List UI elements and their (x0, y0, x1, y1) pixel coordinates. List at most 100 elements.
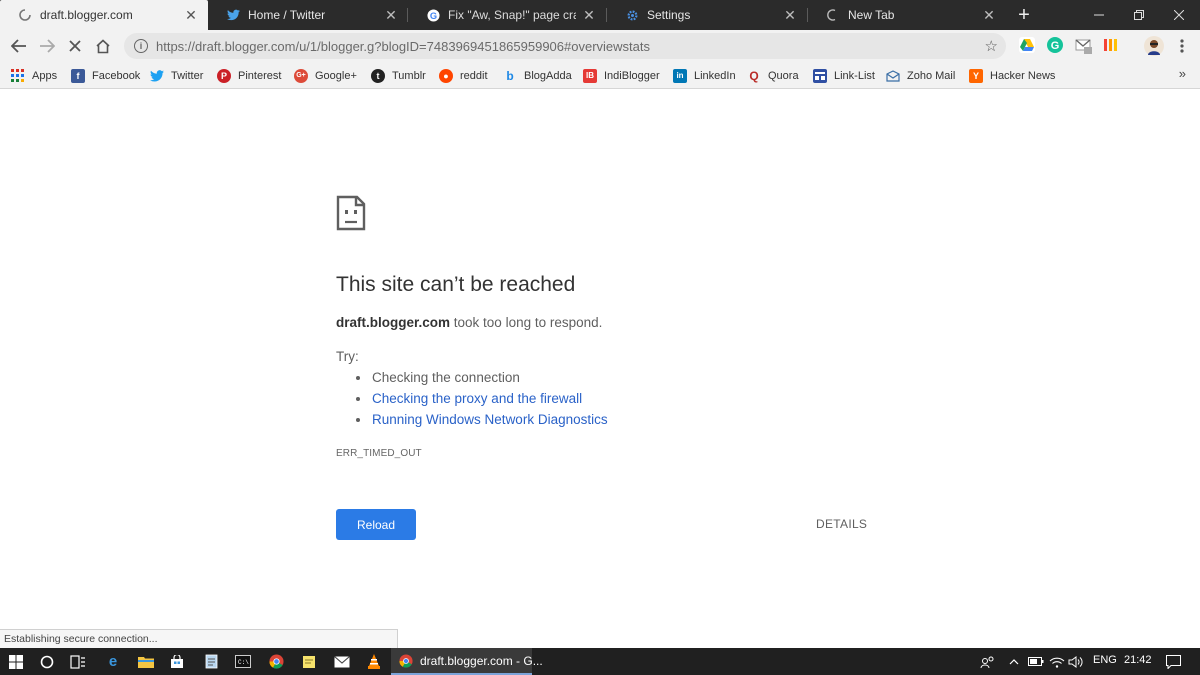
bullet (356, 396, 360, 401)
windows-taskbar: e C:\ draft.blogger.com - G... ENG 21:42 (0, 648, 1200, 675)
url-text: https://draft.blogger.com/u/1/blogger.g?… (156, 38, 650, 54)
loading-spinner-icon (826, 8, 840, 22)
more-bookmarks-chevron-icon[interactable]: » (1179, 66, 1186, 81)
bookmark-google-plus[interactable]: G+ Google+ (294, 67, 357, 84)
show-hidden-icons-chevron-icon[interactable] (1004, 652, 1024, 671)
store-icon[interactable] (167, 652, 187, 671)
tab-new-tab[interactable]: New Tab ✕ (808, 0, 1006, 30)
reddit-icon: ● (439, 68, 453, 83)
suggestion-text: Checking the connection (372, 370, 520, 385)
blogadda-icon: b (506, 68, 514, 83)
details-button[interactable]: DETAILS (816, 517, 867, 531)
new-tab-button[interactable]: + (1014, 3, 1034, 27)
vlc-player-icon[interactable] (364, 652, 384, 671)
bookmark-label: BlogAdda (524, 69, 572, 82)
chrome-icon[interactable] (266, 652, 286, 671)
bookmark-reddit[interactable]: ● reddit (439, 67, 488, 84)
tab-draft-blogger[interactable]: draft.blogger.com ✕ (0, 0, 208, 30)
close-tab-icon[interactable]: ✕ (184, 7, 198, 24)
bookmark-apps[interactable]: Apps (11, 67, 57, 84)
bookmark-link-list[interactable]: Link-List (813, 67, 875, 84)
sticky-notes-icon[interactable] (299, 652, 319, 671)
restore-button[interactable] (1117, 0, 1161, 30)
language-indicator[interactable]: ENG (1093, 654, 1117, 666)
menu-kebab-icon[interactable] (1170, 34, 1194, 58)
bookmark-tumblr[interactable]: t Tumblr (371, 67, 426, 84)
bookmark-pinterest[interactable]: P Pinterest (217, 67, 281, 84)
wifi-icon[interactable] (1047, 652, 1067, 671)
volume-icon[interactable] (1066, 652, 1086, 671)
edge-browser-icon[interactable]: e (103, 652, 123, 671)
tab-twitter[interactable]: Home / Twitter ✕ (208, 0, 408, 30)
close-tab-icon[interactable]: ✕ (384, 7, 398, 24)
hacker-news-icon: Y (969, 68, 983, 83)
bookmark-twitter[interactable]: Twitter (150, 67, 203, 84)
tab-title: Settings (647, 8, 691, 22)
close-tab-icon[interactable]: ✕ (783, 7, 797, 24)
bookmark-label: Twitter (171, 69, 204, 82)
bookmark-linkedin[interactable]: in LinkedIn (673, 67, 736, 84)
svg-text:G: G (429, 10, 436, 20)
taskbar-chrome-window[interactable]: draft.blogger.com - G... (391, 648, 543, 675)
clock-time[interactable]: 21:42 (1124, 654, 1152, 666)
notepad-icon[interactable] (201, 652, 221, 671)
page-content: This site can’t be reached draft.blogger… (0, 90, 1200, 648)
bookmark-label: LinkedIn (694, 69, 736, 82)
bookmark-quora[interactable]: Q Quora (747, 67, 799, 84)
suggestion-text[interactable]: Running Windows Network Diagnostics (372, 412, 608, 427)
bookmark-hacker-news[interactable]: Y Hacker News (969, 67, 1055, 84)
back-button[interactable] (7, 34, 31, 58)
bookmark-label: Quora (768, 69, 799, 82)
tab-strip: draft.blogger.com ✕ Home / Twitter ✕ G F… (0, 0, 1200, 30)
indiblogger-icon: IB (583, 68, 597, 83)
close-tab-icon[interactable]: ✕ (982, 7, 996, 24)
pinterest-icon: P (217, 68, 231, 83)
tab-settings[interactable]: Settings ✕ (607, 0, 807, 30)
extension-grammarly-icon[interactable]: G (1047, 37, 1063, 53)
bullet (356, 375, 360, 380)
bookmark-blogadda[interactable]: b BlogAdda (503, 67, 572, 84)
suggestion-check-connection: Checking the connection (356, 370, 520, 385)
action-center-icon[interactable] (1163, 652, 1183, 671)
people-icon[interactable] (978, 652, 998, 671)
battery-icon[interactable] (1026, 652, 1046, 671)
zoho-mail-icon (886, 69, 900, 83)
site-info-icon[interactable]: i (134, 39, 148, 53)
linkedin-icon: in (673, 68, 687, 83)
extension-drive-icon[interactable] (1019, 37, 1035, 53)
extension-bookmark-manager-icon[interactable] (1103, 37, 1119, 53)
close-window-button[interactable] (1157, 0, 1200, 30)
svg-text:G: G (1051, 40, 1060, 52)
bookmark-indiblogger[interactable]: IB IndiBlogger (583, 67, 660, 84)
forward-button[interactable] (35, 34, 59, 58)
windows-start-icon[interactable] (6, 652, 26, 671)
error-host: draft.blogger.com (336, 315, 451, 330)
mail-icon[interactable] (332, 652, 352, 671)
tab-aw-snap-fix[interactable]: G Fix "Aw, Snap!" page crashes a ✕ (408, 0, 606, 30)
bookmark-label: Tumblr (392, 69, 426, 82)
error-description: draft.blogger.com took too long to respo… (336, 315, 602, 330)
suggestion-text[interactable]: Checking the proxy and the firewall (372, 391, 582, 406)
bookmark-facebook[interactable]: f Facebook (71, 67, 140, 84)
task-view-icon[interactable] (68, 652, 88, 671)
bookmark-star-icon[interactable]: ☆ (985, 37, 998, 55)
address-bar[interactable]: i https://draft.blogger.com/u/1/blogger.… (124, 33, 1006, 59)
profile-avatar[interactable] (1144, 36, 1164, 56)
taskbar-window-title: draft.blogger.com - G... (420, 653, 543, 668)
stop-loading-button[interactable] (63, 34, 87, 58)
close-tab-icon[interactable]: ✕ (582, 7, 596, 24)
minimize-button[interactable] (1077, 0, 1121, 30)
bookmark-zoho-mail[interactable]: Zoho Mail (886, 67, 955, 84)
quora-icon: Q (749, 68, 759, 83)
google-icon: G (426, 8, 440, 22)
file-explorer-icon[interactable] (136, 652, 156, 671)
home-button[interactable] (91, 34, 115, 58)
command-prompt-icon[interactable]: C:\ (233, 652, 253, 671)
suggestion-network-diagnostics-link[interactable]: Running Windows Network Diagnostics (356, 412, 608, 427)
suggestion-check-proxy-link[interactable]: Checking the proxy and the firewall (356, 391, 582, 406)
cortana-search-icon[interactable] (37, 652, 57, 671)
bookmark-label: reddit (460, 69, 488, 82)
link-list-icon (813, 68, 827, 83)
extension-gmail-checker-icon[interactable] (1075, 37, 1092, 54)
reload-button[interactable]: Reload (336, 509, 416, 540)
